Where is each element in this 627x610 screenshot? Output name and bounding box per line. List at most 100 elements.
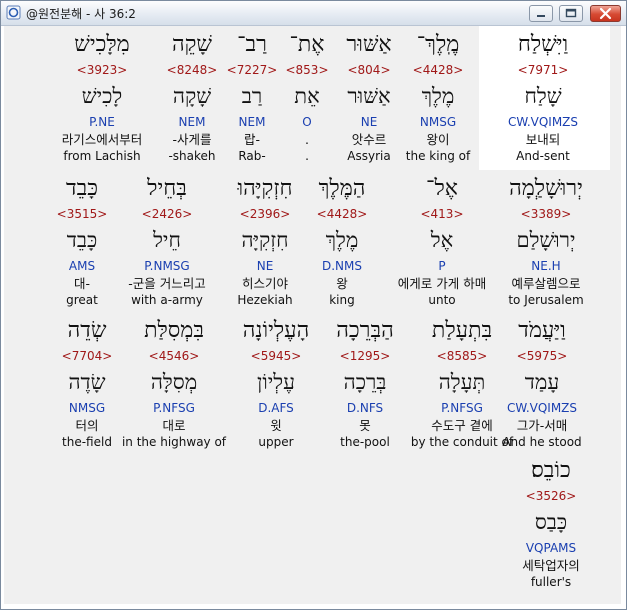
morphology: D.AFS [258,401,294,415]
english-gloss: king [329,293,355,307]
hebrew-word: כוֹבֵס׃ [531,458,571,483]
strong-number[interactable]: <3389> [501,206,591,222]
lemma: בְּרֵכָה [343,370,387,394]
strong-number[interactable]: <2396> [225,206,305,222]
hebrew-word: חִזְקִיָּהוּ [237,176,293,201]
strong-number[interactable]: <7704> [54,348,120,364]
word-cell[interactable]: הָעֶלְיוֹנָה <5945> עֶלְיוֹן D.AFS 윗 upp… [226,316,326,450]
english-gloss: the-field [62,435,112,449]
korean-gloss: 대- [73,276,90,291]
strong-number[interactable]: <4546> [116,348,232,364]
morphology: VQPAMS [525,541,577,555]
strong-number[interactable]: <3923> [44,62,160,78]
interlinear-view[interactable]: וַיִּשְׁלַח <7971> שָׁלַח CW.VQIMZS 보내되 … [4,26,621,604]
morphology: D.NMS [321,259,362,273]
korean-gloss: 왕 [336,276,348,291]
word-cell[interactable]: בְּחֵיל <2426> חֵיל P.NMSG -군을 거느리고 with… [111,174,223,308]
lemma: כָּבֵד [66,228,98,252]
lemma: חֵיל [153,228,181,252]
word-cell[interactable]: בִּתְעָלַת <8585> תְּעָלָה P.NFSG 수도구 곁에… [406,316,518,450]
hebrew-word: שְׂדֵה [67,318,107,343]
english-gloss: upper [258,435,294,449]
morphology: D.NFS [346,401,384,415]
morphology: NE [256,259,274,273]
hebrew-word: מִלָּכִישׁ [74,32,130,57]
korean-gloss: 터의 [75,418,99,433]
minimize-icon [537,15,545,17]
strong-number[interactable]: <3515> [49,206,115,222]
korean-gloss: 못 [359,418,371,433]
korean-gloss: 대로 [162,418,186,433]
word-cell[interactable]: אֶל־ <413> אֶל P 에게로 가게 하매 unto [374,174,510,308]
korean-gloss: 에게로 가게 하매 [397,276,487,291]
word-cell[interactable]: בִּמְסִלַּת <4546> מְסִלָּה P.NFSG 대로 in… [116,316,232,450]
word-cell[interactable]: אֶת־ <853> אֵת O . . [277,30,337,164]
word-cell[interactable]: כָּבֵד <3515> כָּבֵד AMS 대- great [49,174,115,308]
english-gloss: . [305,149,309,163]
word-cell[interactable]: כוֹבֵס׃ <3526> כָּבַס VQPAMS 세탁업자의 fulle… [511,456,591,590]
strong-number[interactable]: <4428> [302,206,382,222]
korean-gloss: 세탁업자의 [522,558,580,573]
lemma: מֶלֶךְ [325,228,359,252]
maximize-button[interactable] [559,5,583,22]
lemma: מְסִלָּה [150,370,198,394]
lemma: כָּבַס [534,510,568,534]
lemma: חִזְקִיָּה [241,228,289,252]
english-gloss: the-pool [340,435,390,449]
english-gloss: in the highway of [121,435,227,449]
word-cell[interactable]: שְׂדֵה <7704> שָׂדֶה NMSG 터의 the-field [54,316,120,450]
window-title: @원전분해 - 사 36:2 [26,7,136,21]
lemma: שָׂדֶה [68,370,106,394]
morphology: P.NFSG [153,401,195,415]
english-gloss: great [66,293,98,307]
hebrew-word: אֶת־ [289,32,325,57]
app-icon [6,5,21,20]
hebrew-word: הָעֶלְיוֹנָה [242,318,310,343]
morphology: AMS [68,259,96,273]
lemma: אֵת [294,84,320,108]
korean-gloss: 윗 [270,418,282,433]
word-cell[interactable]: שָׁקֵה <8248> שָׁקָה NEM -사게를 -shakeh [152,30,232,164]
strong-number[interactable]: <7971> [491,62,595,78]
hebrew-word: בִּמְסִלַּת [144,318,204,343]
strong-number[interactable]: <3526> [511,488,591,504]
word-cell[interactable]: הַבְּרֵכָה <1295> בְּרֵכָה D.NFS 못 the-p… [317,316,413,450]
word-cell[interactable]: חִזְקִיָּהוּ <2396> חִזְקִיָּה NE 히스기야 H… [225,174,305,308]
hebrew-word: בִּתְעָלַת [431,318,493,343]
strong-number[interactable]: <413> [374,206,510,222]
english-gloss: And-sent [516,149,570,163]
morphology: P.NMSG [144,259,190,273]
lemma: לָכִישׁ [81,84,123,108]
word-cell[interactable]: וַיִּשְׁלַח <7971> שָׁלַח CW.VQIMZS 보내되 … [491,30,595,164]
word-cell[interactable]: הַמֶּלֶךְ <4428> מֶלֶךְ D.NMS 왕 king [302,174,382,308]
english-gloss: unto [428,293,456,307]
hebrew-word: יְרוּשָׁלְַמָה [509,176,583,201]
maximize-icon [565,8,577,18]
strong-number[interactable]: <5945> [226,348,326,364]
korean-gloss: -사게를 [172,132,212,147]
korean-gloss: -군을 거느리고 [128,276,206,291]
word-cell[interactable]: מִלָּכִישׁ <3923> לָכִישׁ P.NE 라기스에서부터 f… [44,30,160,164]
morphology: P [438,259,446,273]
hebrew-word: בְּחֵיל [147,176,187,201]
minimize-button[interactable] [529,5,553,22]
title-bar[interactable]: @원전분해 - 사 36:2 [1,1,626,26]
lemma: תְּעָלָה [438,370,486,394]
strong-number[interactable]: <8585> [406,348,518,364]
hebrew-word: אֶל־ [426,176,458,201]
lemma: יְרוּשָׁלַם [516,228,576,252]
close-icon [599,7,612,20]
close-button[interactable] [590,5,621,22]
strong-number[interactable]: <1295> [317,348,413,364]
strong-number[interactable]: <853> [277,62,337,78]
strong-number[interactable]: <2426> [111,206,223,222]
english-gloss: with a-army [131,293,203,307]
strong-number[interactable]: <8248> [152,62,232,78]
korean-gloss: 예루살렘으로 [511,276,581,291]
english-gloss: fuller's [530,575,572,589]
word-cell[interactable]: יְרוּשָׁלְַמָה <3389> יְרוּשָׁלַם NE.H 예… [501,174,591,308]
korean-gloss: . [305,132,309,147]
morphology: P.NFSG [441,401,483,415]
lemma: שָׁלַח [524,84,562,108]
korean-gloss: 보내되 [525,132,561,147]
